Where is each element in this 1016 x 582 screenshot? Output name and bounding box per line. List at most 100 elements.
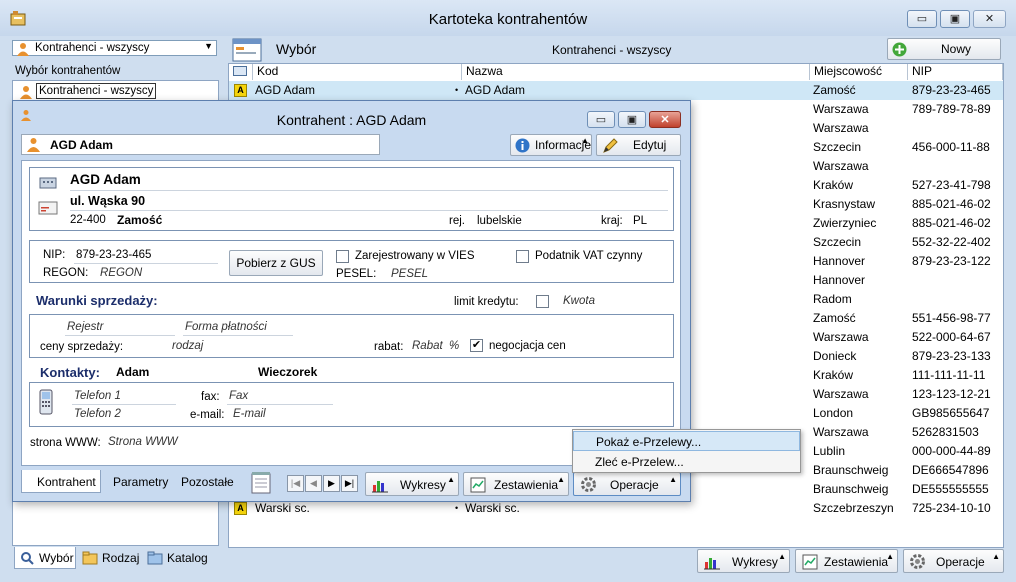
close-button[interactable]: ✕ [973, 10, 1006, 28]
folder-icon [147, 551, 163, 565]
maximize-button[interactable]: ▣ [940, 10, 970, 28]
column-header-nazwa[interactable]: Nazwa [462, 64, 810, 80]
chevron-up-icon: ▲ [992, 552, 1000, 561]
prev-record-button[interactable]: ◀ [305, 475, 322, 492]
contacts-frame: Telefon 1 Telefon 2 fax: Fax e-mail: E-m… [29, 382, 674, 427]
cell-nip: 885-021-46-02 [912, 197, 991, 211]
tab-katalog[interactable]: Katalog [145, 547, 215, 569]
cell-nip: 527-23-41-798 [912, 178, 991, 192]
cell-miejscowosc: Warszawa [813, 102, 869, 116]
menu-item-order-transfer[interactable]: Zleć e-Przelew... [573, 452, 800, 472]
prices-field[interactable]: rodzaj [172, 340, 203, 352]
tab-parametry[interactable]: Parametry [113, 475, 168, 489]
cell-nip: GB985655647 [912, 406, 990, 420]
cell-nip: 522-000-64-67 [912, 330, 991, 344]
person-icon [17, 43, 29, 56]
next-record-button[interactable]: ▶ [323, 475, 340, 492]
cell-nazwa: AGD Adam [465, 83, 526, 97]
cell-miejscowosc: Hannover [813, 254, 866, 268]
cell-miejscowosc: Szczecin [813, 235, 862, 249]
cell-miejscowosc: Krasnystaw [813, 197, 876, 211]
filter-select[interactable]: Kontrahenci - wszyscy ▼ [12, 40, 217, 56]
tab-rodzaj[interactable]: Rodzaj [80, 547, 140, 569]
zestawienia-button[interactable]: Zestawienia ▲ [795, 549, 898, 573]
select-column-header[interactable] [229, 64, 253, 80]
cell-miejscowosc: Warszawa [813, 387, 869, 401]
column-header-nip[interactable]: NIP [908, 64, 1003, 80]
city: Zamość [117, 213, 163, 227]
column-header-miejscowosc[interactable]: Miejscowość [810, 64, 908, 80]
regon-value: REGON [100, 267, 143, 279]
vat-checkbox[interactable] [516, 250, 529, 263]
bullet-icon: • [455, 85, 459, 95]
dialog-zestawienia-button[interactable]: Zestawienia ▲ [463, 472, 569, 496]
www-field[interactable]: Strona WWW [108, 436, 178, 448]
region-label: rej. [449, 215, 465, 227]
cell-nip: 879-23-23-133 [912, 349, 991, 363]
tab-wybor[interactable]: Wybór [14, 547, 76, 569]
table-header: Kod Nazwa Miejscowość NIP [229, 64, 1003, 80]
contact-last-name: Wieczorek [258, 365, 318, 379]
email-field[interactable]: E-mail [233, 408, 266, 420]
discount-field[interactable]: Rabat [412, 340, 443, 352]
last-record-button[interactable]: ▶| [341, 475, 358, 492]
contractor-type-icon: A [234, 84, 247, 97]
cell-miejscowosc: Hannover [813, 273, 866, 287]
cell-miejscowosc: Lublin [813, 444, 846, 458]
table-row[interactable]: A AGD Adam AGD Adam Zamość 879-23-23-465 • [229, 81, 1003, 100]
contractor-name: AGD Adam [70, 172, 141, 187]
edytuj-button[interactable]: Edytuj [596, 134, 681, 156]
fax-field[interactable]: Fax [229, 390, 248, 402]
tab-pozostale[interactable]: Pozostałe [181, 475, 234, 489]
minimize-button[interactable]: ▭ [907, 10, 937, 28]
phone2-field[interactable]: Telefon 2 [74, 408, 121, 420]
cell-nip: 000-000-44-89 [912, 444, 991, 458]
cell-nip: 456-000-11-88 [912, 140, 990, 154]
dialog-operacje-button[interactable]: Operacje ▲ [573, 472, 681, 496]
vies-checkbox[interactable] [336, 250, 349, 263]
sales-frame: Rejestr Forma płatności ceny sprzedaży: … [29, 314, 674, 358]
menu-item-show-transfers[interactable]: Pokaż e-Przelewy... [573, 431, 800, 451]
gear-icon [581, 477, 596, 492]
filter-select-value: Kontrahenci - wszyscy [35, 42, 150, 54]
gus-button[interactable]: Pobierz z GUS [229, 250, 323, 276]
informacje-button[interactable]: Informacje ▲ [510, 134, 592, 156]
cell-miejscowosc: Szczecin [813, 140, 862, 154]
new-contractor-button[interactable]: Nowy kontrahent [887, 38, 1001, 76]
first-record-button[interactable]: |◀ [287, 475, 304, 492]
tree-item[interactable]: Kontrahenci - wszyscy [36, 83, 157, 99]
wykresy-button[interactable]: Wykresy ▲ [697, 549, 790, 573]
pencil-icon [603, 138, 618, 153]
dialog-maximize-button[interactable]: ▣ [618, 111, 646, 128]
postcode: 22-400 [70, 214, 106, 226]
phone1-field[interactable]: Telefon 1 [74, 390, 121, 402]
register-field[interactable]: Rejestr [67, 321, 103, 333]
cell-miejscowosc: Warszawa [813, 121, 869, 135]
envelope-icon [38, 201, 58, 215]
column-header-kod[interactable]: Kod [253, 64, 462, 80]
list-header-title: Wybór [276, 41, 317, 57]
cell-miejscowosc: Warszawa [813, 425, 869, 439]
cell-nip: 879-23-23-122 [912, 254, 991, 268]
payment-field[interactable]: Forma płatności [185, 321, 267, 333]
gear-icon [910, 554, 925, 569]
chevron-up-icon: ▲ [669, 475, 677, 484]
negotiation-checkbox[interactable]: ✔ [470, 339, 483, 352]
operacje-button[interactable]: Operacje ▲ [903, 549, 1004, 573]
person-icon [20, 86, 32, 99]
code-field[interactable]: AGD Adam [21, 134, 380, 155]
cell-nip: 551-456-98-77 [912, 311, 991, 325]
cell-nip: 5262831503 [912, 425, 979, 439]
cell-kod: AGD Adam [255, 83, 316, 97]
cell-miejscowosc: Braunschweig [813, 482, 889, 496]
cell-miejscowosc: Zwierzyniec [813, 216, 877, 230]
chevron-up-icon: ▲ [581, 136, 589, 145]
person-icon [27, 138, 40, 152]
dialog-minimize-button[interactable]: ▭ [587, 111, 615, 128]
tab-kontrahent[interactable]: Kontrahent [21, 470, 101, 493]
dialog-wykresy-button[interactable]: Wykresy ▲ [365, 472, 459, 496]
report-icon [802, 554, 818, 570]
credit-limit-checkbox[interactable] [536, 295, 549, 308]
bar-chart-icon [372, 481, 388, 493]
dialog-close-button[interactable]: ✕ [649, 111, 681, 128]
